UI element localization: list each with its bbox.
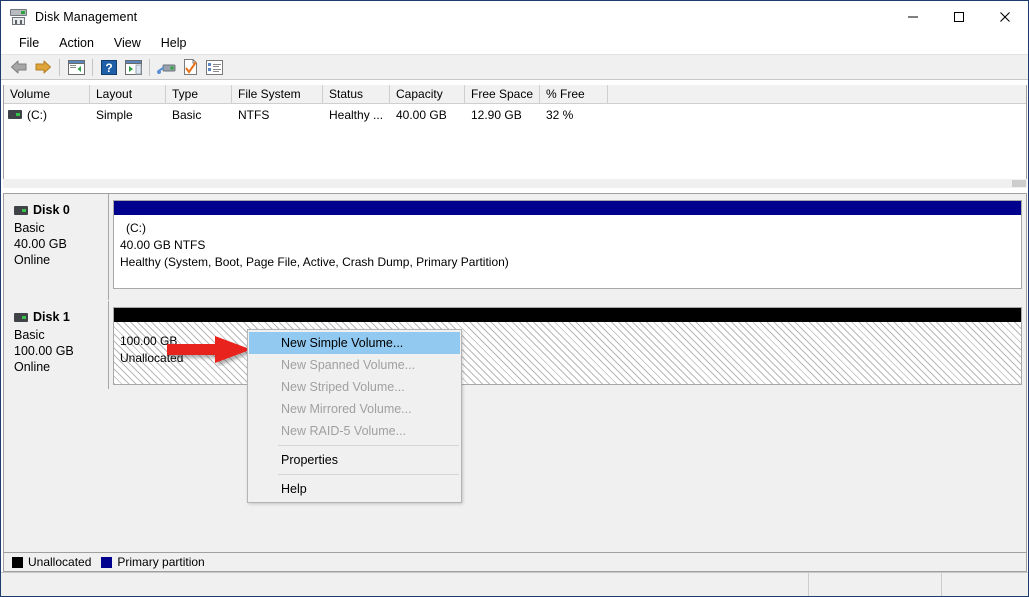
disk-management-window: Disk Management File Action View Help (0, 0, 1029, 597)
column-header-status[interactable]: Status (323, 85, 390, 104)
volume-list: Volume Layout Type File System Status Ca… (3, 85, 1027, 188)
menu-item-properties[interactable]: Properties (248, 449, 461, 471)
menu-separator (278, 445, 459, 446)
cell-file-system: NTFS (232, 104, 323, 125)
back-arrow-icon[interactable] (7, 56, 31, 78)
disk-type-0: Basic (14, 220, 108, 236)
cell-free-space: 12.90 GB (465, 104, 540, 125)
rescan-disks-icon[interactable] (154, 56, 178, 78)
volume-list-header: Volume Layout Type File System Status Ca… (4, 85, 1026, 104)
help-icon[interactable]: ? (97, 56, 121, 78)
legend-label-primary: Primary partition (117, 555, 204, 569)
cell-volume-text: (C:) (27, 108, 47, 122)
disk-size-1: 100.00 GB (14, 343, 108, 359)
cell-volume: (C:) (4, 104, 90, 125)
status-pane-3 (942, 573, 1028, 597)
disk-state-0: Online (14, 252, 108, 268)
partition-details: (C:) 40.00 GB NTFS Healthy (System, Boot… (114, 215, 1021, 288)
column-header-percent-free[interactable]: % Free (540, 85, 608, 104)
legend: Unallocated Primary partition (3, 553, 1027, 572)
menu-action[interactable]: Action (49, 34, 104, 52)
disk-info-1[interactable]: Disk 1 Basic 100.00 GB Online (4, 301, 109, 389)
volume-disk-icon (8, 110, 22, 119)
show-action-pane-icon[interactable] (121, 56, 145, 78)
disk-drive-icon (10, 8, 27, 25)
partition-size-fs: 40.00 GB NTFS (120, 237, 1021, 254)
column-header-type[interactable]: Type (166, 85, 232, 104)
cell-layout: Simple (90, 104, 166, 125)
show-hide-console-tree-icon[interactable] (64, 56, 88, 78)
status-pane-2 (809, 573, 942, 597)
disk-partitions-0: (C:) 40.00 GB NTFS Healthy (System, Boot… (109, 194, 1026, 300)
status-bar (1, 572, 1028, 596)
svg-text:?: ? (105, 61, 112, 75)
legend-swatch-primary (101, 557, 112, 568)
disk-name-1-label: Disk 1 (33, 310, 70, 324)
partition-label: (C:) (120, 220, 1021, 237)
partition-capacity-bar (114, 308, 1021, 322)
partition-c[interactable]: (C:) 40.00 GB NTFS Healthy (System, Boot… (113, 200, 1022, 289)
legend-item-primary-partition: Primary partition (101, 555, 204, 569)
column-header-file-system[interactable]: File System (232, 85, 323, 104)
status-pane-1 (1, 573, 809, 597)
menu-help[interactable]: Help (151, 34, 197, 52)
toolbar: ? (1, 54, 1028, 80)
column-header-filler (608, 85, 1026, 104)
scrollbar-thumb[interactable] (1012, 180, 1026, 187)
partition-capacity-bar (114, 201, 1021, 215)
cell-percent-free: 32 % (540, 104, 608, 125)
properties-icon[interactable] (178, 56, 202, 78)
menu-item-help[interactable]: Help (248, 478, 461, 500)
column-header-capacity[interactable]: Capacity (390, 85, 465, 104)
disk-name-0: Disk 0 (14, 203, 108, 217)
disk-drive-icon (14, 313, 28, 322)
minimize-button[interactable] (890, 1, 936, 32)
menu-file[interactable]: File (9, 34, 49, 52)
cell-type: Basic (166, 104, 232, 125)
maximize-button[interactable] (936, 1, 982, 32)
menu-bar: File Action View Help (1, 32, 1028, 54)
disk-name-0-label: Disk 0 (33, 203, 70, 217)
menu-separator (278, 474, 459, 475)
disk-info-0[interactable]: Disk 0 Basic 40.00 GB Online (4, 194, 109, 300)
forward-arrow-icon[interactable] (31, 56, 55, 78)
disk-name-1: Disk 1 (14, 310, 108, 324)
column-header-layout[interactable]: Layout (90, 85, 166, 104)
disk-size-0: 40.00 GB (14, 236, 108, 252)
legend-label-unallocated: Unallocated (28, 555, 91, 569)
window-controls (890, 1, 1028, 32)
menu-item-new-raid5-volume: New RAID-5 Volume... (248, 420, 461, 442)
menu-item-new-simple-volume[interactable]: New Simple Volume... (249, 332, 460, 354)
disk-row-0: Disk 0 Basic 40.00 GB Online (C:) 40.00 … (4, 194, 1026, 300)
volume-list-horizontal-scrollbar[interactable] (3, 179, 1027, 188)
disk-drive-icon (14, 206, 28, 215)
menu-item-new-striped-volume: New Striped Volume... (248, 376, 461, 398)
toolbar-separator (92, 59, 93, 76)
window-title: Disk Management (35, 10, 137, 24)
column-header-volume[interactable]: Volume (4, 85, 90, 104)
graphical-view: Disk 0 Basic 40.00 GB Online (C:) 40.00 … (3, 193, 1027, 553)
menu-item-new-spanned-volume: New Spanned Volume... (248, 354, 461, 376)
disk-type-1: Basic (14, 327, 108, 343)
close-button[interactable] (982, 1, 1028, 32)
toolbar-separator (149, 59, 150, 76)
menu-item-new-mirrored-volume: New Mirrored Volume... (248, 398, 461, 420)
legend-swatch-unallocated (12, 557, 23, 568)
partition-status: Healthy (System, Boot, Page File, Active… (120, 254, 1021, 271)
menu-view[interactable]: View (104, 34, 151, 52)
list-view-icon[interactable] (202, 56, 226, 78)
cell-capacity: 40.00 GB (390, 104, 465, 125)
column-header-free-space[interactable]: Free Space (465, 85, 540, 104)
disk-state-1: Online (14, 359, 108, 375)
legend-item-unallocated: Unallocated (12, 555, 91, 569)
table-row[interactable]: (C:) Simple Basic NTFS Healthy ... 40.00… (4, 104, 1026, 125)
context-menu: New Simple Volume... New Spanned Volume.… (247, 329, 462, 503)
toolbar-separator (59, 59, 60, 76)
disk-row-1: Disk 1 Basic 100.00 GB Online 100.00 GB … (4, 301, 1026, 389)
cell-status: Healthy ... (323, 104, 390, 125)
title-bar: Disk Management (1, 1, 1028, 32)
